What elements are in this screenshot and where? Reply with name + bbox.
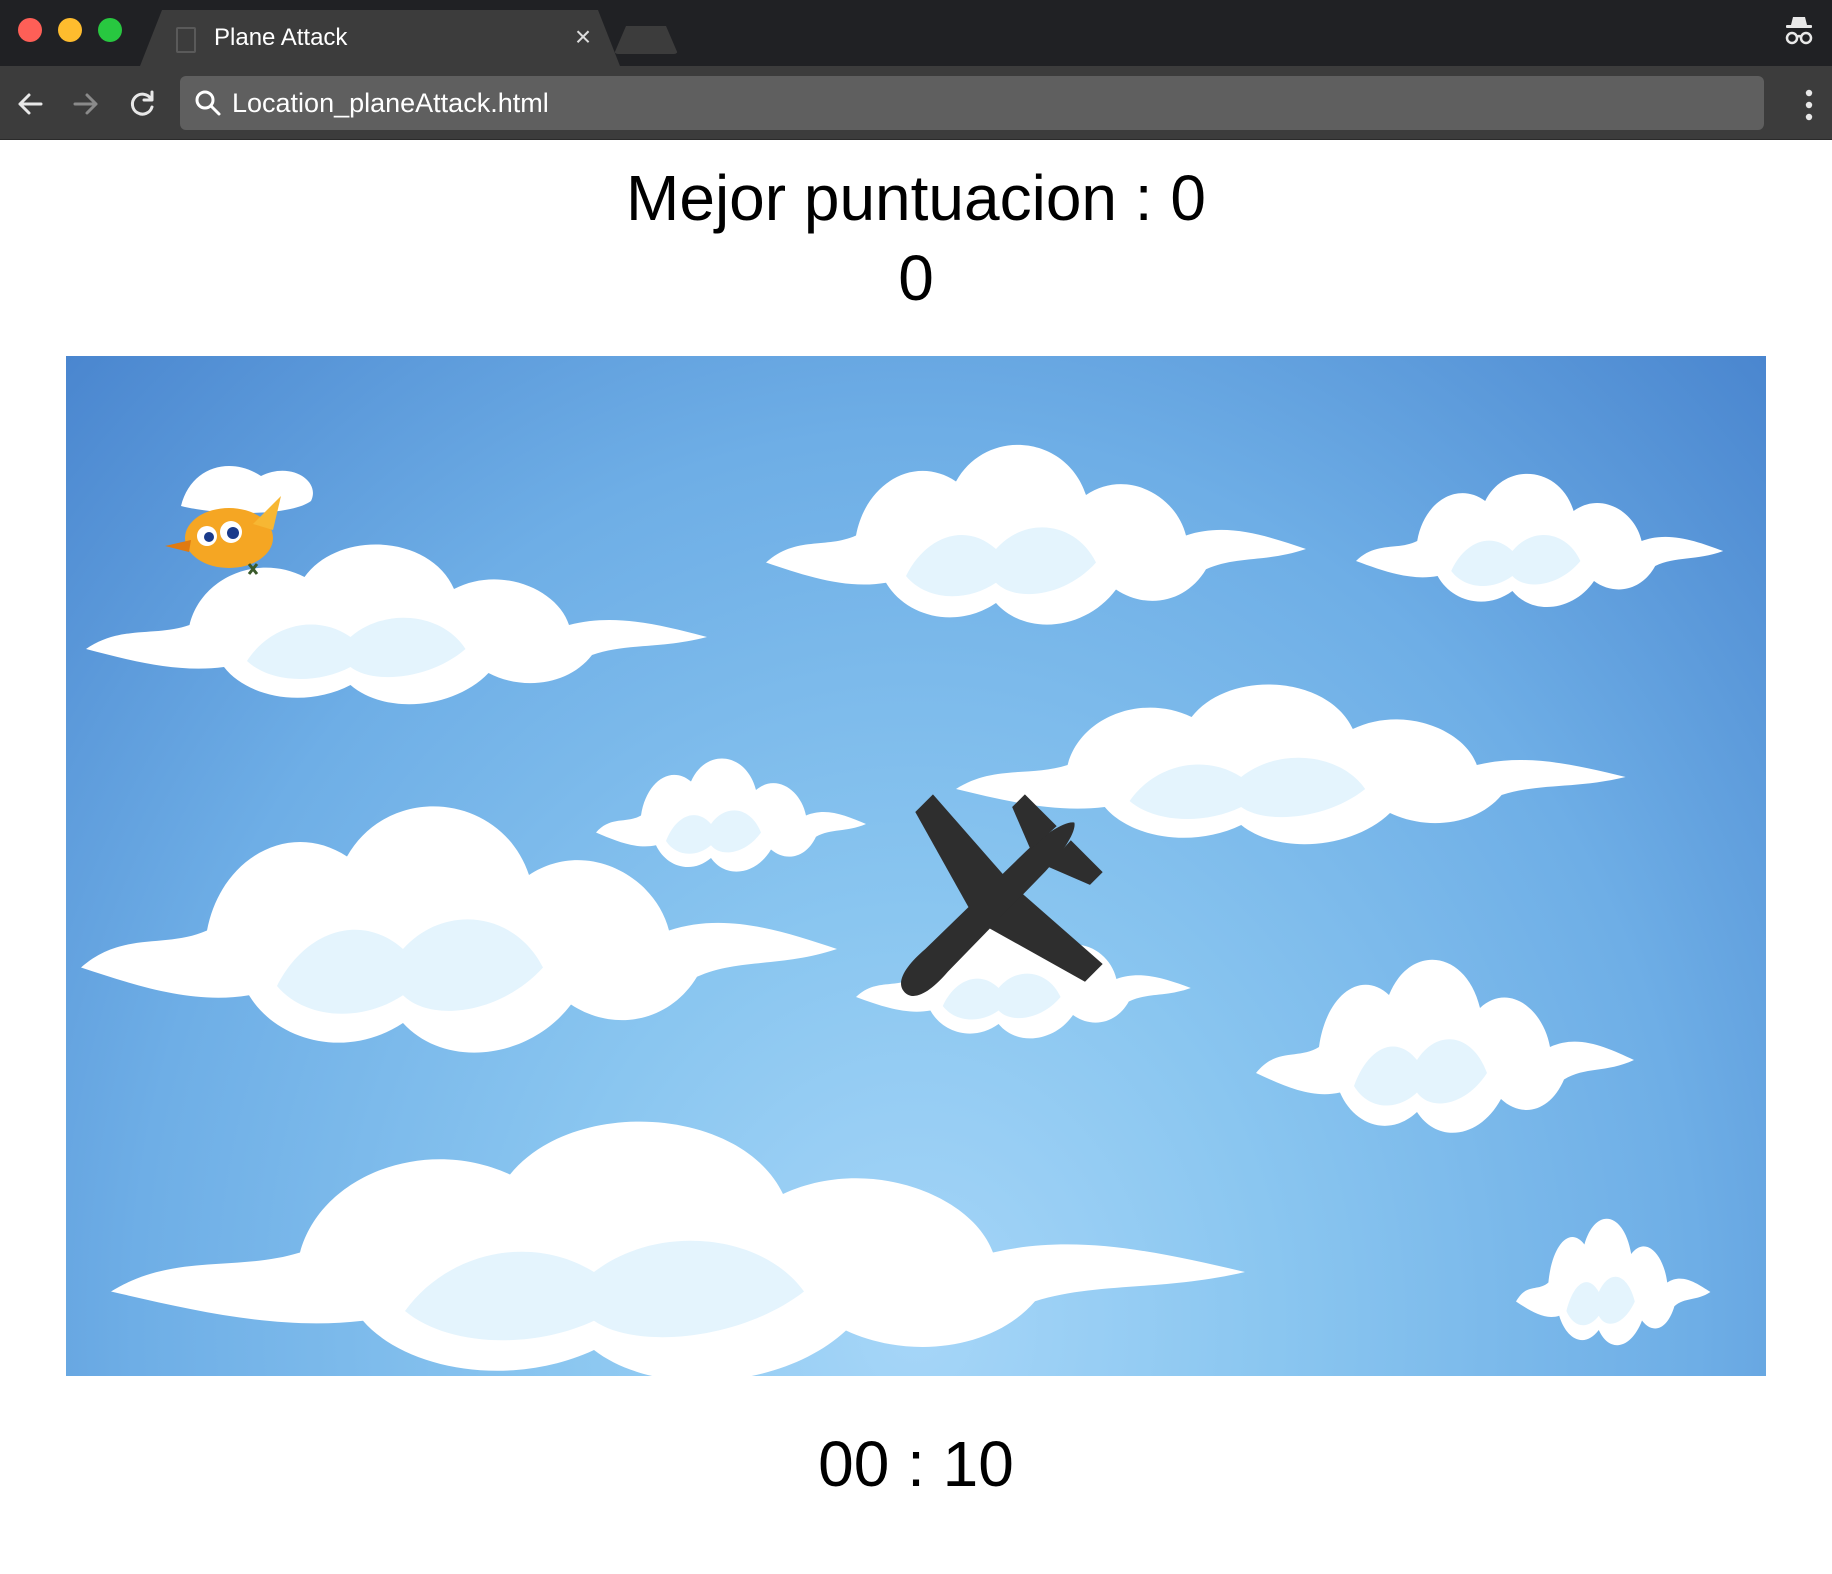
- browser-tab[interactable]: Plane Attack ×: [140, 10, 620, 66]
- window-zoom-button[interactable]: [98, 18, 122, 42]
- cloud: [596, 758, 866, 872]
- forward-button[interactable]: [66, 84, 106, 124]
- incognito-icon: [1785, 17, 1813, 45]
- browser-tab-bar: Plane Attack ×: [0, 0, 1832, 66]
- cloud: [1356, 473, 1724, 608]
- tab-title: Plane Attack: [214, 24, 348, 51]
- game-canvas[interactable]: [66, 356, 1766, 1376]
- countdown-timer: 00 : 10: [818, 1428, 1014, 1500]
- cloud: [766, 444, 1306, 625]
- browser-toolbar: Location_planeAttack.html: [0, 66, 1832, 140]
- address-bar[interactable]: Location_planeAttack.html: [180, 76, 1764, 130]
- new-tab-button[interactable]: [614, 26, 678, 54]
- cloud: [956, 684, 1626, 845]
- window-minimize-button[interactable]: [58, 18, 82, 42]
- best-score-label: Mejor puntuacion : 0: [626, 162, 1206, 234]
- cloud: [86, 544, 707, 705]
- cloud: [1256, 959, 1634, 1133]
- page-favicon-icon: [176, 27, 196, 53]
- tab-close-icon[interactable]: ×: [568, 22, 598, 52]
- arrow-left-icon: [18, 93, 43, 115]
- cloud: [111, 1121, 1245, 1376]
- sky-background: [81, 444, 1724, 1376]
- bird-icon: [165, 466, 313, 575]
- window-close-button[interactable]: [18, 18, 42, 42]
- vertical-dots-icon[interactable]: [1804, 88, 1814, 122]
- url-text: Location_planeAttack.html: [232, 88, 549, 118]
- current-score: 0: [898, 242, 934, 314]
- search-icon: [195, 90, 221, 116]
- cloud: [1516, 1218, 1711, 1346]
- reload-button[interactable]: [122, 84, 162, 124]
- page-content: Mejor puntuacion : 0 0 00: 10: [0, 140, 1832, 1574]
- reload-icon: [130, 90, 154, 116]
- arrow-right-icon: [73, 93, 98, 115]
- back-button[interactable]: [10, 84, 50, 124]
